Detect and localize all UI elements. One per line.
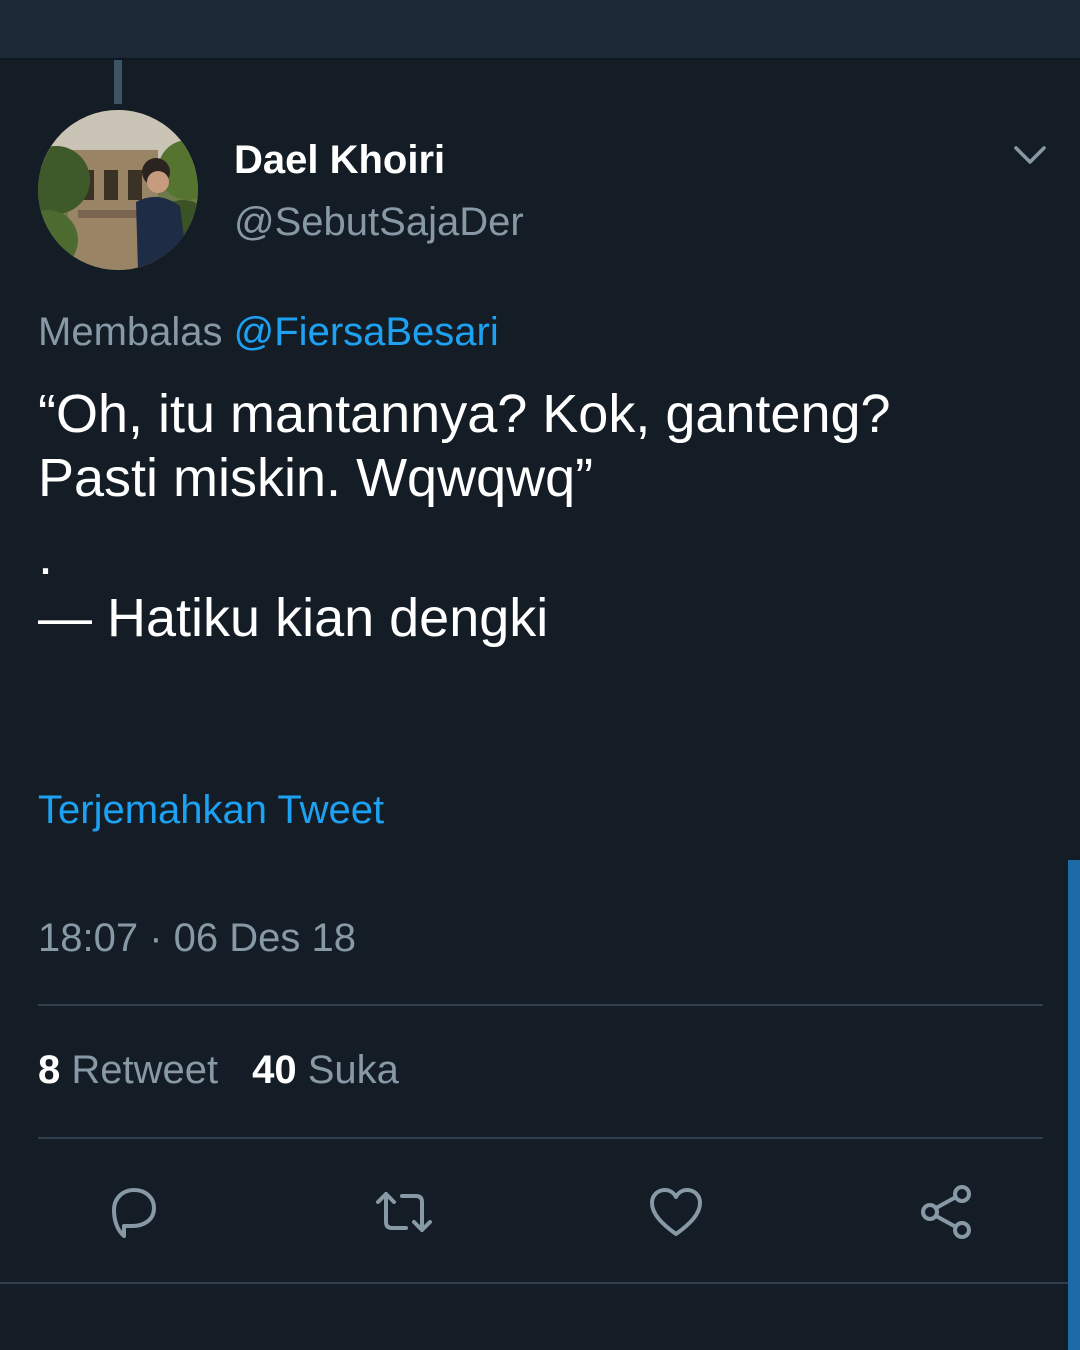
reply-context: Membalas @FiersaBesari [38,310,499,355]
divider [38,1137,1043,1139]
heart-icon [650,1188,702,1236]
like-label: Suka [307,1048,399,1092]
scrollbar[interactable] [1068,860,1080,1350]
reply-mention-link[interactable]: @FiersaBesari [234,310,499,354]
top-bar [0,0,1080,60]
divider [38,1004,1043,1006]
like-button[interactable] [644,1180,708,1244]
like-count: 40 [252,1048,297,1092]
reply-bubble-icon [112,1188,156,1238]
retweet-label: Retweet [71,1048,219,1092]
divider [0,1282,1068,1284]
thread-connector-line [114,60,122,104]
tweet-text-line: “Oh, itu mantannya? Kok, ganteng? [38,384,891,444]
reply-prefix: Membalas [38,310,223,354]
tweet-timestamp[interactable]: 18:07 · 06 Des 18 [38,916,356,961]
chevron-down-icon[interactable] [1010,140,1050,170]
display-name[interactable]: Dael Khoiri [234,138,445,183]
reply-button[interactable] [102,1180,166,1244]
user-handle[interactable]: @SebutSajaDer [234,200,524,245]
engagement-stats: 8 Retweet 40 Suka [38,1048,399,1093]
tweet-text-line: . [38,526,54,586]
retweet-icon [376,1192,432,1232]
tweet-text: “Oh, itu mantannya? Kok, ganteng? Pasti … [38,382,1058,650]
translate-tweet-link[interactable]: Terjemahkan Tweet [38,788,384,833]
share-icon [921,1185,971,1239]
like-stat[interactable]: 40 Suka [252,1048,399,1092]
share-button[interactable] [914,1180,978,1244]
avatar[interactable] [38,110,198,270]
retweet-stat[interactable]: 8 Retweet [38,1048,218,1092]
retweet-button[interactable] [372,1180,436,1244]
avatar-photo [38,110,198,270]
chevron-left-icon[interactable] [68,0,108,10]
retweet-count: 8 [38,1048,61,1092]
tweet-text-line: Pasti miskin. Wqwqwq” [38,448,594,508]
tweet-text-line: — Hatiku kian dengki [38,588,549,648]
